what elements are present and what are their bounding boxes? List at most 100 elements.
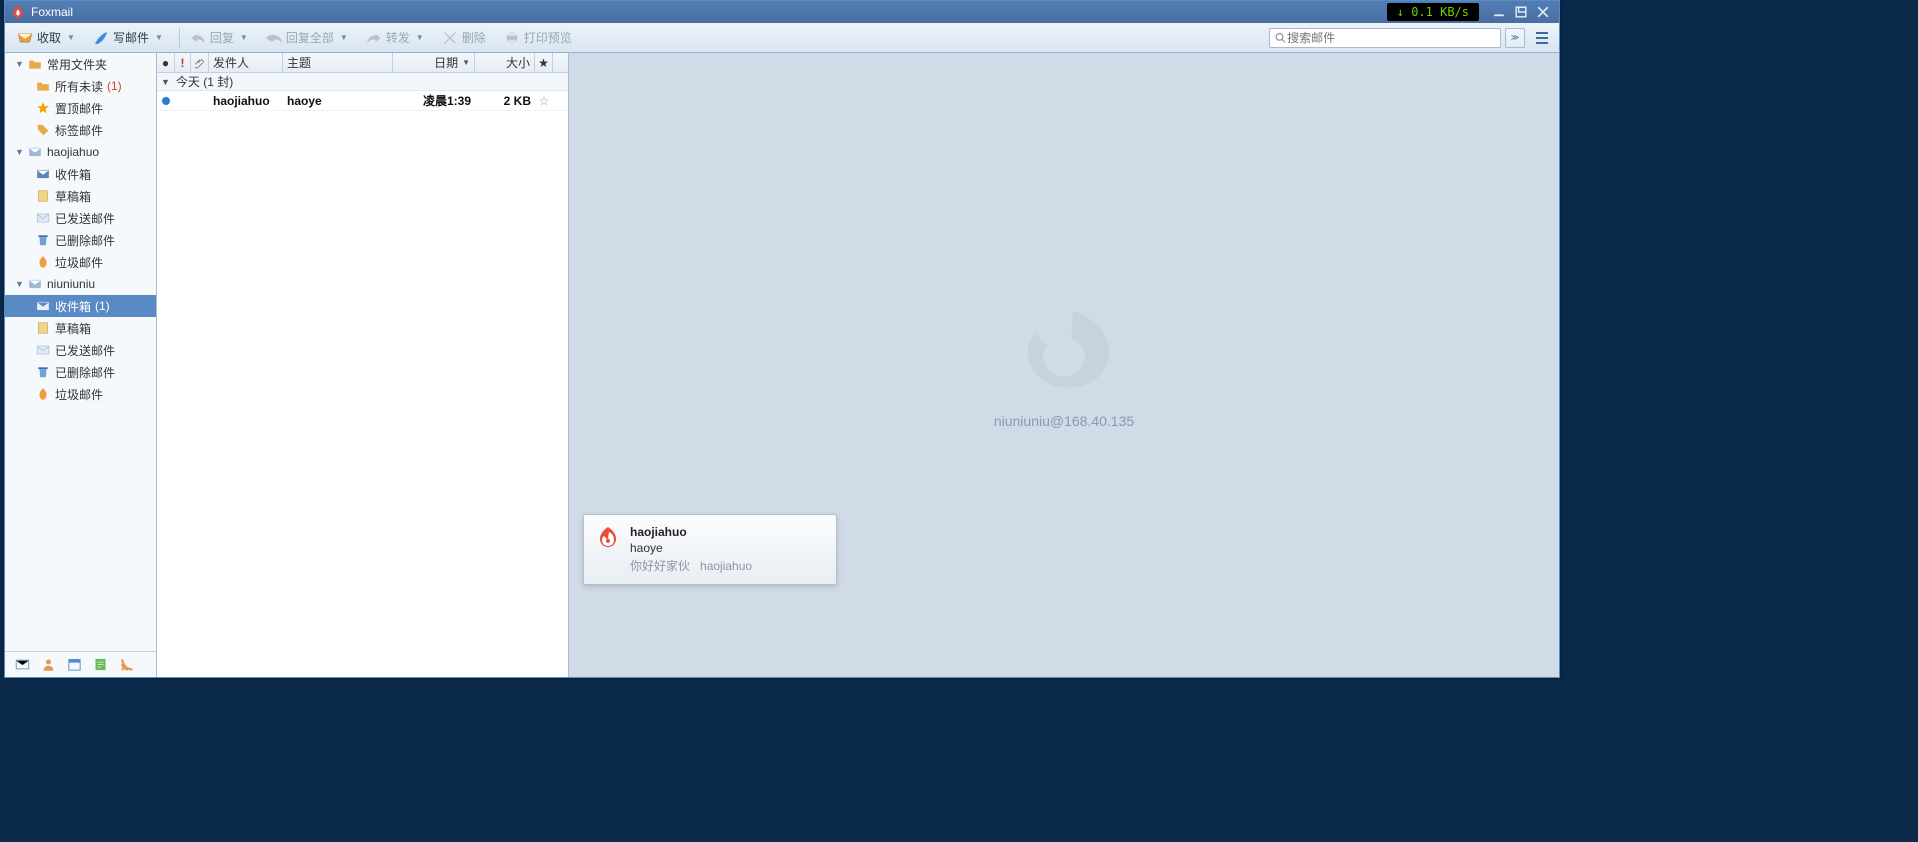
sidebar-item-label: 已删除邮件 — [55, 232, 115, 249]
sidebar-a1-deleted[interactable]: 已删除邮件 — [5, 229, 156, 251]
sidebar-a2-drafts[interactable]: 草稿箱 — [5, 317, 156, 339]
contacts-icon[interactable] — [39, 656, 57, 674]
sidebar-common-folders[interactable]: ▼ 常用文件夹 — [5, 53, 156, 75]
sort-desc-icon: ▼ — [462, 58, 470, 67]
sidebar-bottom-bar — [5, 651, 156, 677]
sidebar-account-haojiahuo[interactable]: ▼ haojiahuo — [5, 141, 156, 163]
trash-icon — [35, 232, 51, 248]
col-size[interactable]: 大小 — [475, 53, 535, 72]
inbox-count: (1) — [95, 299, 110, 313]
unread-dot-icon — [157, 97, 175, 105]
chevron-down-icon: ▼ — [155, 33, 163, 42]
reply-label: 回复 — [210, 29, 234, 46]
print-preview-label: 打印预览 — [524, 29, 572, 46]
sidebar-tagged[interactable]: 标签邮件 — [5, 119, 156, 141]
sidebar-item-label: 垃圾邮件 — [55, 254, 103, 271]
list-group-today[interactable]: ▼ 今天 (1 封) — [157, 73, 568, 91]
sidebar-a1-junk[interactable]: 垃圾邮件 — [5, 251, 156, 273]
col-date-label: 日期 — [434, 54, 458, 71]
printer-icon — [504, 30, 520, 46]
search-scope-dropdown[interactable]: ≫ — [1505, 28, 1525, 48]
mail-date: 凌晨1:39 — [393, 92, 475, 109]
col-subject[interactable]: 主题 — [283, 53, 393, 72]
menu-button[interactable] — [1531, 28, 1553, 48]
sidebar-account-niuniuniu[interactable]: ▼ niuniuniu — [5, 273, 156, 295]
sent-icon — [35, 210, 51, 226]
col-size-label: 大小 — [506, 54, 530, 71]
new-mail-toast[interactable]: haojiahuo haoye 你好好家伙 haojiahuo — [583, 514, 837, 585]
maximize-button[interactable] — [1511, 4, 1531, 20]
sidebar-a2-deleted[interactable]: 已删除邮件 — [5, 361, 156, 383]
sidebar-item-label: 所有未读 — [55, 78, 103, 95]
receive-label: 收取 — [37, 29, 61, 46]
folder-icon — [35, 78, 51, 94]
col-from-label: 发件人 — [213, 54, 249, 71]
mail-view-icon[interactable] — [13, 656, 31, 674]
sent-icon — [35, 342, 51, 358]
sidebar-pinned[interactable]: 置顶邮件 — [5, 97, 156, 119]
toast-subject: haoye — [630, 541, 752, 555]
toast-preview: 你好好家伙 haojiahuo — [630, 557, 752, 574]
sidebar-a1-inbox[interactable]: 收件箱 — [5, 163, 156, 185]
chevron-down-icon: ▼ — [67, 33, 75, 42]
sidebar-a1-drafts[interactable]: 草稿箱 — [5, 185, 156, 207]
calendar-icon[interactable] — [65, 656, 83, 674]
notes-icon[interactable] — [91, 656, 109, 674]
toast-sender: haojiahuo — [630, 525, 752, 539]
sidebar-all-unread[interactable]: 所有未读 (1) — [5, 75, 156, 97]
compose-button[interactable]: 写邮件 ▼ — [87, 26, 169, 50]
forward-label: 转发 — [386, 29, 410, 46]
sidebar-item-label: 垃圾邮件 — [55, 386, 103, 403]
reply-icon — [190, 30, 206, 46]
sidebar-a1-sent[interactable]: 已发送邮件 — [5, 207, 156, 229]
list-header: ● ! 发件人 主题 日期 ▼ 大小 ★ — [157, 53, 568, 73]
col-importance[interactable]: ! — [175, 53, 191, 72]
col-date[interactable]: 日期 ▼ — [393, 53, 475, 72]
print-preview-button[interactable]: 打印预览 — [498, 26, 578, 50]
col-star[interactable]: ★ — [535, 53, 553, 72]
reply-all-label: 回复全部 — [286, 29, 334, 46]
mailbox-icon — [27, 144, 43, 160]
chevron-down-icon: ▼ — [416, 33, 424, 42]
sidebar-item-label: niuniuniu — [47, 277, 95, 291]
delete-label: 删除 — [462, 29, 486, 46]
preview-account-email: niuniuniu@168.40.135 — [994, 413, 1134, 429]
reply-all-button[interactable]: 回复全部 ▼ — [260, 26, 354, 50]
star-icon[interactable]: ☆ — [535, 94, 553, 108]
search-input-wrap[interactable] — [1269, 28, 1501, 48]
drafts-icon — [35, 188, 51, 204]
search-icon — [1274, 31, 1287, 45]
col-status[interactable]: ● — [157, 53, 175, 72]
sidebar-item-label: 已删除邮件 — [55, 364, 115, 381]
mail-row[interactable]: haojiahuo haoye 凌晨1:39 2 KB ☆ — [157, 91, 568, 111]
unread-count: (1) — [107, 79, 122, 93]
search-input[interactable] — [1287, 31, 1496, 45]
col-attachment[interactable] — [191, 53, 209, 72]
receive-button[interactable]: 收取 ▼ — [11, 26, 81, 50]
fire-icon — [35, 254, 51, 270]
minimize-button[interactable] — [1489, 4, 1509, 20]
trash-icon — [35, 364, 51, 380]
mail-size: 2 KB — [475, 94, 535, 108]
group-label: 今天 (1 封) — [176, 73, 233, 90]
toast-body: haojiahuo haoye 你好好家伙 haojiahuo — [630, 525, 752, 574]
foxmail-logo-icon — [1009, 302, 1119, 395]
delete-button[interactable]: 删除 — [436, 26, 492, 50]
app-icon — [11, 5, 25, 19]
rss-icon[interactable] — [117, 656, 135, 674]
col-from[interactable]: 发件人 — [209, 53, 283, 72]
sidebar-a2-junk[interactable]: 垃圾邮件 — [5, 383, 156, 405]
hamburger-icon — [1534, 30, 1550, 46]
sidebar: ▼ 常用文件夹 所有未读 (1) 置顶邮件 标签邮件 — [5, 53, 157, 677]
drafts-icon — [35, 320, 51, 336]
sidebar-item-label: 草稿箱 — [55, 320, 91, 337]
close-button[interactable] — [1533, 4, 1553, 20]
titlebar: Foxmail ↓ 0.1 KB/s — [5, 1, 1559, 23]
reply-button[interactable]: 回复 ▼ — [184, 26, 254, 50]
sidebar-a2-sent[interactable]: 已发送邮件 — [5, 339, 156, 361]
forward-button[interactable]: 转发 ▼ — [360, 26, 430, 50]
sidebar-a2-inbox[interactable]: 收件箱 (1) — [5, 295, 156, 317]
foxmail-icon — [596, 525, 620, 574]
sidebar-item-label: haojiahuo — [47, 145, 99, 159]
sidebar-item-label: 标签邮件 — [55, 122, 103, 139]
